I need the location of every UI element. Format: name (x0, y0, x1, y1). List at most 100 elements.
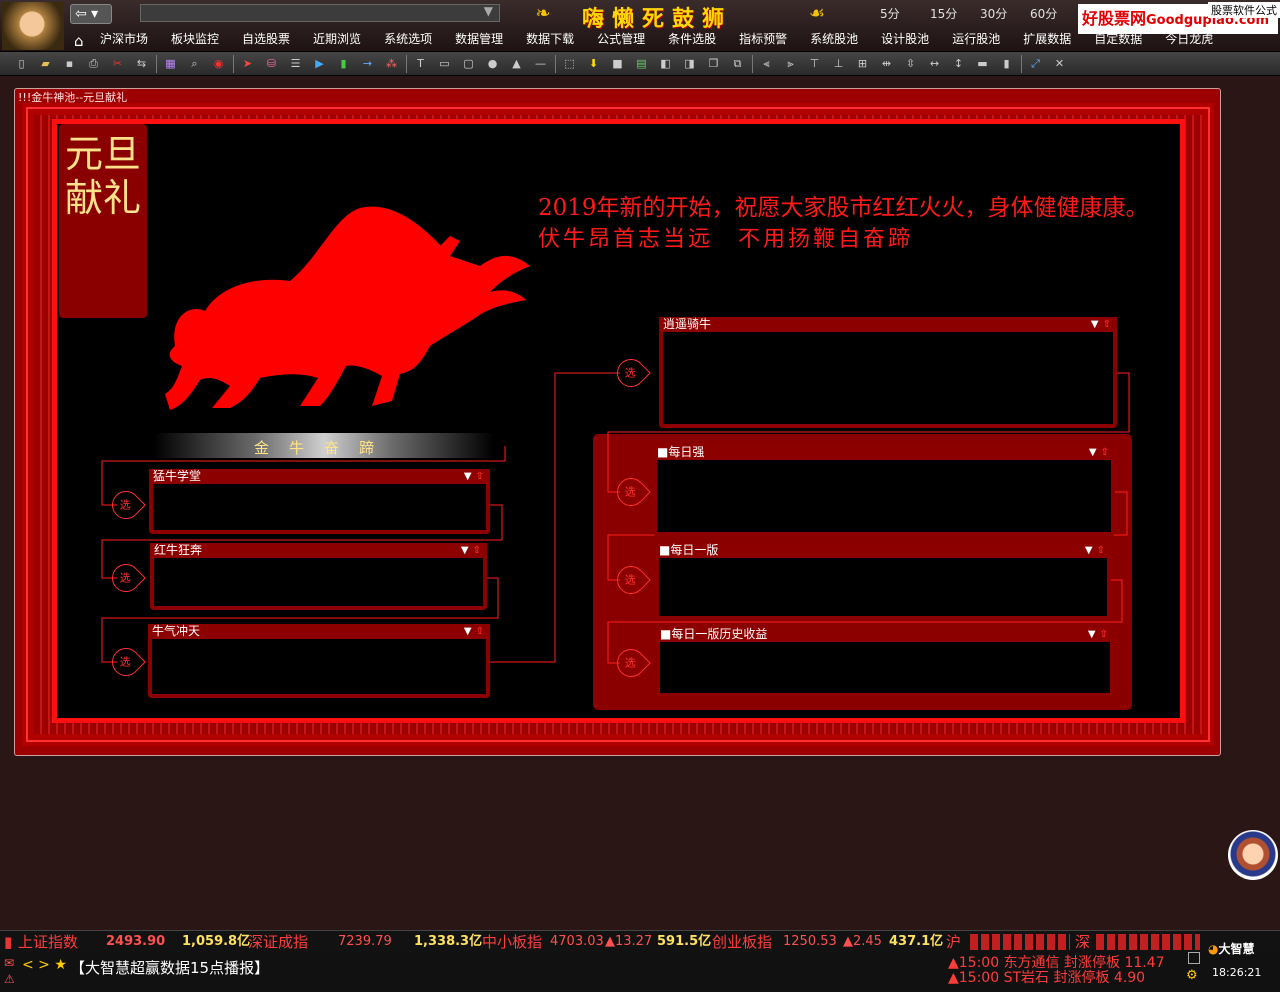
box-icon[interactable]: ■ (608, 55, 627, 73)
period-15min[interactable]: 15分 (930, 5, 980, 22)
news-ticker[interactable]: 【大智慧超赢数据15点播报】 (70, 957, 269, 978)
back-layer-icon[interactable]: ◧ (656, 55, 675, 73)
pin-icon[interactable]: ⇧ (473, 545, 485, 556)
line-tool-icon[interactable]: — (531, 55, 550, 73)
checkbox-icon[interactable] (1188, 952, 1200, 964)
text-tool-icon[interactable]: T (411, 55, 430, 73)
pointer-icon[interactable]: ➤ (238, 55, 257, 73)
align-center-icon[interactable]: ⊞ (853, 55, 872, 73)
period-5min[interactable]: 5分 (880, 5, 930, 22)
menu-dragon-tiger[interactable]: 今日龙虎 (1165, 28, 1213, 50)
pool-box-niuqi[interactable]: 牛气冲天 ▼⇧ (148, 624, 490, 698)
same-width-icon[interactable]: ↔ (925, 55, 944, 73)
distribute-v-icon[interactable]: ⇳ (901, 55, 920, 73)
open-folder-icon[interactable]: ▰ (36, 55, 55, 73)
close-tool-icon[interactable]: ✕ (1050, 55, 1069, 73)
menu-design-pool[interactable]: 设计股池 (881, 28, 929, 50)
align-right-icon[interactable]: ⫸ (781, 55, 800, 73)
round-rect-tool-icon[interactable]: ▢ (459, 55, 478, 73)
menu-system-pool[interactable]: 系统股池 (810, 28, 858, 50)
pin-icon[interactable]: ⇧ (1097, 545, 1109, 556)
gear-icon[interactable]: ⚙ (1186, 968, 1198, 983)
ellipse-tool-icon[interactable]: ● (483, 55, 502, 73)
copy-layer-icon[interactable]: ❐ (704, 55, 723, 73)
pool-box-mengniu[interactable]: 猛牛学堂 ▼⇧ (149, 469, 490, 534)
alert-icon[interactable]: ⚠ (4, 972, 15, 986)
back-button[interactable]: ⇦ ▾ (70, 4, 112, 24)
grid-icon[interactable]: ▦ (161, 55, 180, 73)
align-left-icon[interactable]: ⫷ (757, 55, 776, 73)
box-header[interactable]: 猛牛学堂 ▼⇧ (149, 469, 490, 484)
dropdown-icon[interactable]: ▼ (464, 471, 476, 482)
align-top-icon[interactable]: ⊤ (805, 55, 824, 73)
box-header[interactable]: ■每日一版历史收益 ▼⇧ (656, 627, 1114, 642)
dropdown-icon[interactable]: ▼ (1089, 447, 1101, 458)
cut-icon[interactable]: ✂ (108, 55, 127, 73)
menu-custom-data[interactable]: 自定数据 (1094, 28, 1142, 50)
pin-icon[interactable]: ⇧ (1101, 447, 1113, 458)
align-bottom-icon[interactable]: ⊥ (829, 55, 848, 73)
pool-box-xiaoyao[interactable]: 逍遥骑牛 ▼⇧ (659, 317, 1117, 428)
print-icon[interactable]: ⎙ (84, 55, 103, 73)
menu-extended-data[interactable]: 扩展数据 (1023, 28, 1071, 50)
formula-icon[interactable]: ⁂ (382, 55, 401, 73)
pool-box-hongniu[interactable]: 红牛狂奔 ▼⇧ (150, 543, 487, 610)
menu-condition-picker[interactable]: 条件选股 (668, 28, 716, 50)
rect-tool-icon[interactable]: ▭ (435, 55, 454, 73)
pool-box-meiriyiban[interactable]: ■每日一版 ▼⇧ (655, 543, 1111, 620)
dropdown-icon[interactable]: ▼ (1091, 319, 1103, 330)
arrow-right-icon[interactable]: → (358, 55, 377, 73)
trash-icon[interactable]: ▮ (334, 55, 353, 73)
dropdown-icon[interactable]: ▼ (464, 626, 476, 637)
record-icon[interactable]: ◉ (209, 55, 228, 73)
box-header[interactable]: 红牛狂奔 ▼⇧ (150, 543, 487, 558)
pool-box-meiriyiban-history[interactable]: ■每日一版历史收益 ▼⇧ (656, 627, 1114, 697)
box-header[interactable]: ■每日强 ▼⇧ (653, 445, 1115, 460)
database-icon[interactable]: ⛁ (262, 55, 281, 73)
menu-recent[interactable]: 近期浏览 (313, 28, 361, 50)
ticker-nav[interactable]: < > ★ (22, 957, 67, 973)
undo-icon[interactable]: ⇆ (132, 55, 151, 73)
menu-sector-monitor[interactable]: 板块监控 (171, 28, 219, 50)
save-icon[interactable]: ▪ (60, 55, 79, 73)
same-height-icon[interactable]: ↕ (949, 55, 968, 73)
triangle-tool-icon[interactable]: ▲ (507, 55, 526, 73)
menu-run-pool[interactable]: 运行股池 (952, 28, 1000, 50)
assistant-avatar[interactable] (1228, 830, 1278, 880)
list-icon[interactable]: ☰ (286, 55, 305, 73)
address-dropdown[interactable]: ▼ (140, 4, 500, 22)
period-60min[interactable]: 60分 (1030, 5, 1080, 22)
menu-indicator-alert[interactable]: 指标预警 (739, 28, 787, 50)
select-frame-icon[interactable]: ⬚ (560, 55, 579, 73)
menu-data-download[interactable]: 数据下载 (526, 28, 574, 50)
user-avatar[interactable] (2, 2, 64, 50)
mail-icon[interactable]: ✉ (4, 956, 14, 970)
chevron-down-icon[interactable]: ▼ (484, 4, 493, 18)
dropdown-icon[interactable]: ▼ (1088, 629, 1100, 640)
pin-icon[interactable]: ⇧ (476, 626, 488, 637)
table-icon[interactable]: ▤ (632, 55, 651, 73)
index-name-zx[interactable]: 中小板指 (482, 933, 542, 951)
box-header[interactable]: ■每日一版 ▼⇧ (655, 543, 1111, 558)
menu-watchlist[interactable]: 自选股票 (242, 28, 290, 50)
menu-formula-management[interactable]: 公式管理 (597, 28, 645, 50)
new-file-icon[interactable]: ▯ (12, 55, 31, 73)
pool-box-meiriqiang[interactable]: ■每日强 ▼⇧ (653, 445, 1115, 536)
pin-icon[interactable]: ⇧ (476, 471, 488, 482)
box-header[interactable]: 逍遥骑牛 ▼⇧ (659, 317, 1117, 332)
play-icon[interactable]: ▶ (310, 55, 329, 73)
pin-icon[interactable]: ⇧ (1100, 629, 1112, 640)
menu-hushen-market[interactable]: 沪深市场 (100, 28, 148, 50)
menu-data-management[interactable]: 数据管理 (455, 28, 503, 50)
limit-up-alert-2[interactable]: ▲15:00 ST岩石 封涨停板 4.90 (948, 967, 1145, 987)
dropdown-icon[interactable]: ▼ (1085, 545, 1097, 556)
menu-system-options[interactable]: 系统选项 (384, 28, 432, 50)
zoom-icon[interactable]: ⌕ (185, 55, 204, 73)
home-icon[interactable]: ⌂ (74, 32, 90, 50)
index-name-cy[interactable]: 创业板指 (712, 933, 772, 951)
narrow-icon[interactable]: ▮ (997, 55, 1016, 73)
same-size-icon[interactable]: ▬ (973, 55, 992, 73)
box-header[interactable]: 牛气冲天 ▼⇧ (148, 624, 490, 639)
resize-icon[interactable]: ⤢ (1026, 55, 1045, 73)
index-name-sh[interactable]: 上证指数 (18, 933, 78, 951)
